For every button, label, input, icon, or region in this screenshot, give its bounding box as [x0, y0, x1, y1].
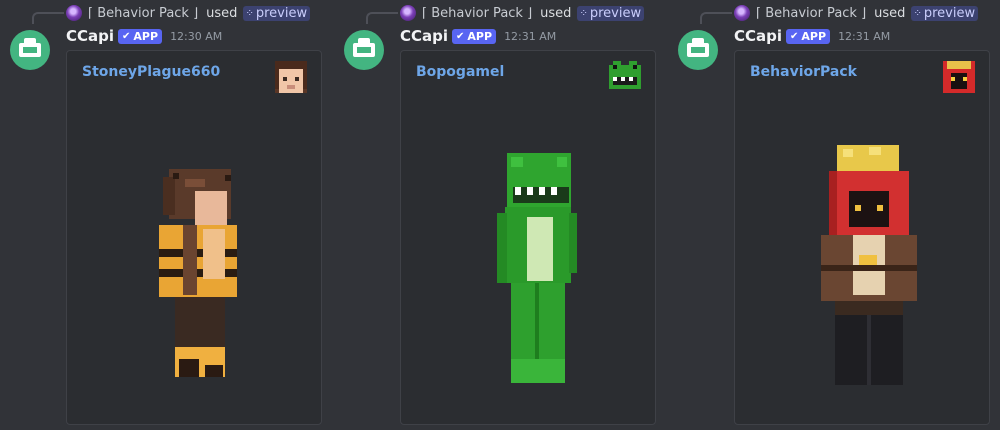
- reply-reference[interactable]: ⌈ Behavior Pack ⌋ used ⁘ preview: [734, 4, 979, 22]
- skin-render-image: [497, 153, 577, 383]
- app-badge: ✔ APP: [786, 28, 831, 44]
- timestamp[interactable]: 12:31 AM: [838, 30, 890, 43]
- embed-card: BehaviorPack: [734, 50, 990, 425]
- skin-render-image: [159, 169, 237, 377]
- embed-title-link[interactable]: BehaviorPack: [750, 64, 857, 80]
- reply-used-text: used: [206, 5, 238, 21]
- reply-command-name: ⌈ Behavior Pack ⌋: [756, 5, 867, 21]
- bot-avatar[interactable]: [10, 30, 50, 70]
- slash-command-icon: ⁘: [579, 7, 587, 19]
- bot-avatar[interactable]: [344, 30, 384, 70]
- verified-check-icon: ✔: [122, 30, 131, 42]
- embed-title-link[interactable]: Bopogamel: [416, 64, 504, 80]
- verified-check-icon: ✔: [456, 30, 465, 42]
- timestamp[interactable]: 12:31 AM: [504, 30, 556, 43]
- reply-used-text: used: [874, 5, 906, 21]
- username[interactable]: CCapi: [400, 27, 448, 45]
- message-header: CCapi ✔ APP 12:31 AM: [734, 27, 890, 45]
- bot-icon: [19, 38, 41, 57]
- reply-used-text: used: [540, 5, 572, 21]
- skin-render-image: [821, 145, 917, 385]
- reply-connector: [700, 12, 732, 24]
- slash-command-tag[interactable]: ⁘ preview: [577, 5, 645, 21]
- reply-reference[interactable]: ⌈ Behavior Pack ⌋ used ⁘ preview: [400, 4, 645, 22]
- player-head-thumbnail[interactable]: [943, 61, 975, 93]
- embed-card: Bopogamel: [400, 50, 656, 425]
- app-badge-label: APP: [467, 29, 493, 43]
- player-head-thumbnail[interactable]: [609, 61, 641, 93]
- replied-user-avatar[interactable]: [734, 5, 750, 21]
- reply-connector: [366, 12, 398, 24]
- username[interactable]: CCapi: [66, 27, 114, 45]
- reply-command-name: ⌈ Behavior Pack ⌋: [88, 5, 199, 21]
- reply-command-name: ⌈ Behavior Pack ⌋: [422, 5, 533, 21]
- app-badge-label: APP: [133, 29, 159, 43]
- message-header: CCapi ✔ APP 12:31 AM: [400, 27, 556, 45]
- slash-command-icon: ⁘: [913, 7, 921, 19]
- slash-command-tag[interactable]: ⁘ preview: [911, 5, 979, 21]
- message-2: ⌈ Behavior Pack ⌋ used ⁘ preview CCapi ✔…: [334, 0, 664, 430]
- embed-title-link[interactable]: StoneyPlague660: [82, 64, 220, 80]
- bot-icon: [687, 38, 709, 57]
- verified-check-icon: ✔: [790, 30, 799, 42]
- bot-icon: [353, 38, 375, 57]
- replied-user-avatar[interactable]: [66, 5, 82, 21]
- app-badge: ✔ APP: [452, 28, 497, 44]
- bot-avatar[interactable]: [678, 30, 718, 70]
- reply-connector: [32, 12, 64, 24]
- message-3: ⌈ Behavior Pack ⌋ used ⁘ preview CCapi ✔…: [668, 0, 998, 430]
- slash-command-label: preview: [589, 5, 642, 21]
- timestamp[interactable]: 12:30 AM: [170, 30, 222, 43]
- message-1: ⌈ Behavior Pack ⌋ used ⁘ preview CCapi ✔…: [0, 0, 330, 430]
- player-head-thumbnail[interactable]: [275, 61, 307, 93]
- message-header: CCapi ✔ APP 12:30 AM: [66, 27, 222, 45]
- embed-card: StoneyPlague660: [66, 50, 322, 425]
- replied-user-avatar[interactable]: [400, 5, 416, 21]
- slash-command-label: preview: [255, 5, 308, 21]
- username[interactable]: CCapi: [734, 27, 782, 45]
- slash-command-label: preview: [923, 5, 976, 21]
- app-badge-label: APP: [801, 29, 827, 43]
- slash-command-icon: ⁘: [245, 7, 253, 19]
- app-badge: ✔ APP: [118, 28, 163, 44]
- slash-command-tag[interactable]: ⁘ preview: [243, 5, 311, 21]
- reply-reference[interactable]: ⌈ Behavior Pack ⌋ used ⁘ preview: [66, 4, 311, 22]
